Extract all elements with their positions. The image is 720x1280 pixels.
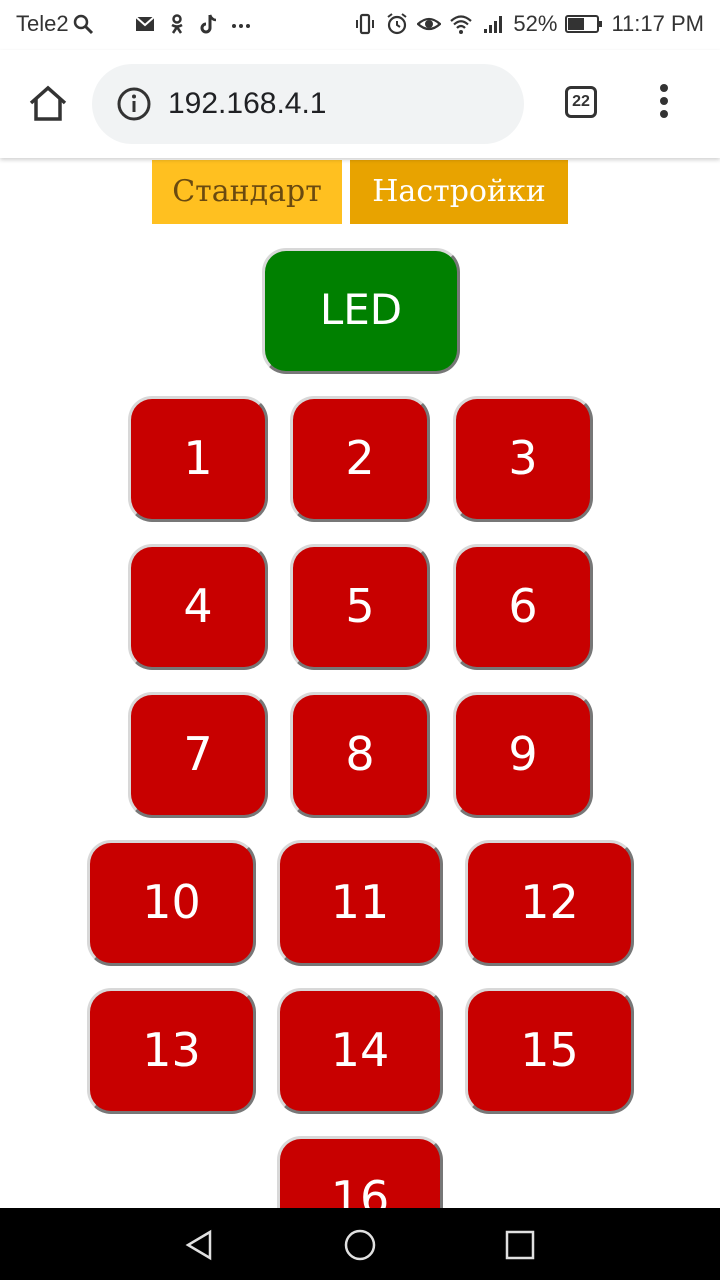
- url-text[interactable]: 192.168.4.1: [168, 86, 326, 122]
- info-icon[interactable]: [116, 86, 152, 122]
- channel-button-7[interactable]: 7: [128, 692, 268, 818]
- signal-icon: [481, 12, 505, 36]
- home-nav-icon[interactable]: [343, 1228, 377, 1262]
- channel-button-5[interactable]: 5: [290, 544, 430, 670]
- channel-button-11[interactable]: 11: [277, 840, 443, 966]
- tiktok-icon: [197, 12, 221, 36]
- clock: 11:17 PM: [611, 11, 704, 36]
- channel-button-8[interactable]: 8: [290, 692, 430, 818]
- address-bar[interactable]: 192.168.4.1: [92, 64, 524, 144]
- channel-button-12[interactable]: 12: [465, 840, 634, 966]
- carrier-label: Tele2: [16, 11, 69, 36]
- channel-button-3[interactable]: 3: [453, 396, 593, 522]
- tab-settings[interactable]: Настройки: [350, 160, 568, 224]
- channel-button-4[interactable]: 4: [128, 544, 268, 670]
- more-icon: [229, 12, 253, 36]
- tab-switcher-button[interactable]: 22: [565, 86, 597, 118]
- channel-button-14[interactable]: 14: [277, 988, 443, 1114]
- channel-button-1[interactable]: 1: [128, 396, 268, 522]
- channel-button-13[interactable]: 13: [87, 988, 256, 1114]
- back-icon[interactable]: [182, 1228, 216, 1262]
- system-nav-bar: [0, 1208, 720, 1280]
- status-bar: Tele2 52% 11:17 PM: [0, 0, 720, 50]
- led-button[interactable]: LED: [262, 248, 460, 374]
- channel-button-15[interactable]: 15: [465, 988, 634, 1114]
- channel-button-2[interactable]: 2: [290, 396, 430, 522]
- gmail-icon: [133, 12, 157, 36]
- battery-icon: [565, 12, 603, 36]
- tab-standard[interactable]: Стандарт: [152, 160, 342, 224]
- alarm-icon: [385, 12, 409, 36]
- eye-icon: [417, 12, 442, 36]
- channel-button-9[interactable]: 9: [453, 692, 593, 818]
- channel-button-6[interactable]: 6: [453, 544, 593, 670]
- wifi-icon: [449, 12, 473, 36]
- overflow-menu-icon[interactable]: [650, 84, 678, 124]
- browser-toolbar: 192.168.4.1 22: [0, 50, 720, 158]
- channel-button-10[interactable]: 10: [87, 840, 256, 966]
- battery-percent: 52%: [513, 11, 558, 36]
- vibrate-icon: [353, 12, 377, 36]
- odnoklassniki-icon: [165, 12, 189, 36]
- home-icon[interactable]: [26, 82, 70, 126]
- recents-icon[interactable]: [503, 1228, 537, 1262]
- search-icon: [71, 12, 95, 36]
